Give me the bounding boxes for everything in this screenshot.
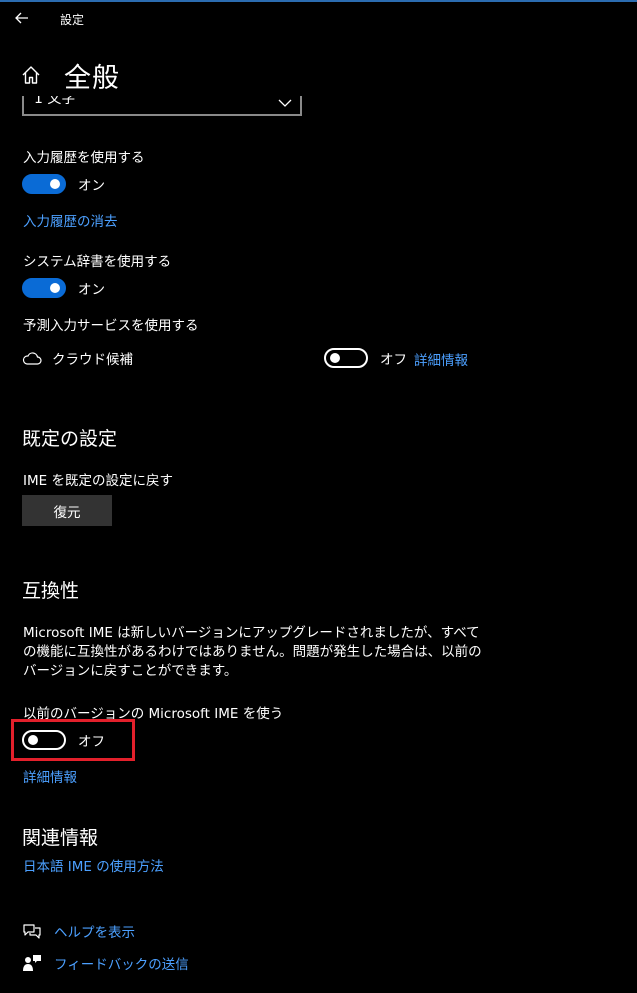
cloud-candidate-row: クラウド候補	[22, 348, 133, 368]
page-title: 全般	[64, 62, 120, 94]
back-arrow-icon	[15, 9, 29, 28]
input-history-state: オン	[78, 178, 105, 194]
toggle-knob	[50, 283, 60, 293]
cloud-icon	[22, 350, 42, 366]
prediction-service-label: 予測入力サービスを使用する	[23, 318, 199, 334]
defaults-section-title: 既定の設定	[22, 428, 118, 450]
compatibility-info-link[interactable]: 詳細情報	[23, 766, 77, 786]
show-help-row[interactable]: ヘルプを表示	[22, 921, 135, 941]
reset-ime-label: IME を既定の設定に戻す	[23, 473, 173, 489]
related-section-title: 関連情報	[22, 827, 99, 849]
dropdown-value: 1 文字	[34, 96, 76, 107]
input-history-toggle-row: オン	[22, 174, 105, 194]
system-dictionary-toggle-row: オン	[22, 278, 105, 298]
home-icon[interactable]	[20, 63, 44, 87]
clear-input-history-link[interactable]: 入力履歴の消去	[23, 210, 118, 230]
system-dictionary-toggle[interactable]	[22, 278, 66, 298]
send-feedback-link[interactable]: フィードバックの送信	[54, 953, 189, 973]
system-dictionary-state: オン	[78, 282, 105, 298]
cloud-candidate-info-link[interactable]: 詳細情報	[414, 349, 468, 369]
back-button[interactable]	[8, 6, 36, 30]
cloud-candidate-toggle[interactable]	[324, 348, 368, 368]
show-help-link[interactable]: ヘルプを表示	[54, 921, 135, 941]
compatibility-section-title: 互換性	[22, 580, 80, 602]
page-header: 全般	[20, 58, 120, 94]
cloud-candidate-state: オフ	[380, 352, 407, 368]
input-history-toggle[interactable]	[22, 174, 66, 194]
character-count-dropdown[interactable]: 1 文字	[22, 96, 302, 116]
toggle-knob	[50, 179, 60, 189]
app-title: 設定	[60, 13, 85, 27]
cloud-candidate-toggle-row: オフ	[324, 348, 407, 368]
chevron-down-icon	[278, 96, 292, 111]
system-dictionary-label: システム辞書を使用する	[23, 254, 172, 270]
title-bar: 設定	[0, 2, 637, 34]
feedback-row[interactable]: フィードバックの送信	[22, 953, 189, 973]
dropdown-clip: 1 文字	[22, 96, 304, 118]
compatibility-description: Microsoft IME は新しいバージョンにアップグレードされましたが、すべ…	[23, 625, 482, 679]
feedback-icon	[22, 954, 42, 972]
previous-ime-state: オフ	[78, 734, 105, 750]
ime-usage-link[interactable]: 日本語 IME の使用方法	[23, 855, 164, 875]
toggle-knob	[28, 735, 38, 745]
help-chat-icon	[22, 922, 42, 940]
previous-ime-toggle[interactable]	[22, 730, 66, 750]
restore-button[interactable]: 復元	[22, 495, 112, 526]
toggle-knob	[330, 353, 340, 363]
input-history-label: 入力履歴を使用する	[23, 150, 145, 166]
cloud-candidate-label: クラウド候補	[52, 352, 133, 368]
previous-ime-toggle-row: オフ	[22, 730, 105, 750]
